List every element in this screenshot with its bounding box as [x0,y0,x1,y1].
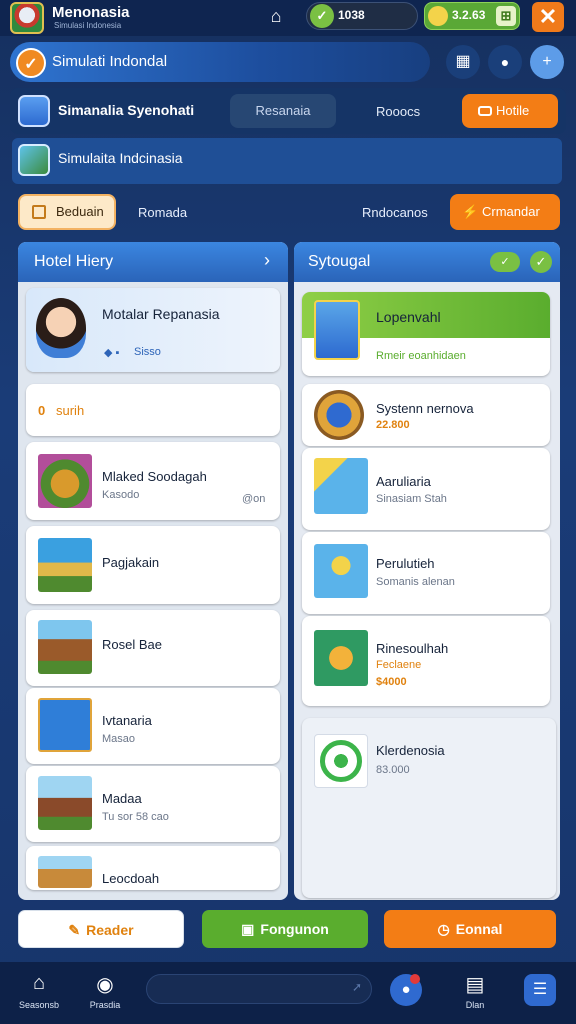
subtitle-text: Simulaita Indcinasia [58,150,183,166]
hotel-icon [478,106,492,116]
item-sub: Somanis alenan [376,576,455,588]
fongunon-button[interactable]: ▣ Fongunon [202,910,368,948]
nav-title: Simanalia Syenohati [58,102,195,118]
notification-badge [410,974,420,984]
send-icon[interactable]: ➚ [352,980,362,994]
checkmark-icon: ✓ [16,48,46,78]
item-sub: 22.800 [376,419,410,431]
section-label: surih [56,403,85,418]
fongunon-label: Fongunon [260,921,329,937]
check-icon[interactable]: ✓ [530,251,552,273]
reader-icon: ✎ [68,922,81,938]
eonnal-label: Eonnal [455,921,503,937]
image-icon: ▣ [241,921,255,937]
item-title: Mlaked Soodagah [102,469,207,484]
item-title: Rinesoulhah [376,641,449,656]
plus-icon[interactable]: + [530,45,564,79]
item-sub: 83.000 [376,764,410,776]
item-title: Rosel Bae [102,637,162,652]
close-button[interactable]: ✕ [532,2,564,32]
lightning-icon: ⚡ [462,204,479,219]
home-icon[interactable]: ⌂ [24,972,54,995]
item-extra: @on [242,493,266,505]
profile-name: Motalar Repanasia [102,306,220,322]
tab-label: Dlan [465,1000,485,1010]
left-panel-title: Hotel Hiery [34,253,114,270]
app-subtitle: Simulasi Indonesia [54,21,122,30]
eonnal-button[interactable]: ◷ Eonnal [384,910,556,948]
section-number: 0 [38,403,46,418]
item-sub: Tu sor 58 cao [102,811,169,823]
villa-icon [38,776,92,830]
clock-icon: ◷ [437,921,450,937]
item-title: Aaruliaria [376,474,431,489]
arrow-right-icon[interactable]: › [264,250,270,271]
item-title: Pagjakain [102,555,160,570]
hotel-button-label: Hotile [496,103,530,118]
home-icon[interactable]: ⌂ [264,6,288,28]
compass-icon[interactable]: ◉ [90,972,120,997]
search-input[interactable] [146,974,372,1004]
featured-sub: Rmeir eoanhidaen [376,350,466,362]
statue-icon [38,698,92,752]
featured-title: Lopenvahl [376,309,441,325]
item-sub: Kasodo [102,489,140,501]
gem-value: 3.2.63 [452,8,486,22]
nav-link-rooocs[interactable]: Rooocs [376,104,420,119]
right-panel-title: Sytougal [308,253,371,270]
hotel-building-icon [314,300,360,360]
item-sub: Masao [102,733,136,745]
tab-label: Prasdia [89,1000,121,1010]
item-title: Ivtanaria [102,713,152,728]
rocket-icon [314,458,368,514]
map-icon [18,144,50,176]
reader-button[interactable]: ✎ Reader [18,910,184,948]
diamond-icon: ◆ ▪ [104,347,120,359]
house-icon [38,620,92,674]
reader-label: Reader [86,922,134,938]
item-sub2: $4000 [376,676,407,688]
shield-icon [18,95,50,127]
hotel-button[interactable]: Hotile [462,94,558,128]
treasure-chest-icon [314,630,368,686]
app-logo [10,2,44,34]
torch-icon [314,544,368,598]
palm-landmark-icon [38,538,92,592]
item-title: Klerdenosia [376,743,445,758]
pavilion-icon [38,856,92,888]
location-pin-icon[interactable]: ● [488,45,522,79]
item-title: Leocdoah [102,871,160,886]
tab-resanaia[interactable]: Resanaia [230,94,336,128]
item-title: Madaa [102,791,142,806]
target-icon [320,740,362,782]
menu-icon[interactable]: ☰ [524,974,556,1006]
book-icon [32,205,46,219]
gem-icon [428,6,448,26]
toggle-icon[interactable]: ✓ [490,252,520,272]
golden-urn-icon [38,454,92,508]
avatar [36,298,86,358]
coin-icon: ✓ [310,4,334,28]
tab-label: Seasonsb [18,1000,60,1010]
grid-icon[interactable]: ▦ [446,45,480,79]
item-sub: Feclaene [376,659,422,671]
filter-romada[interactable]: Romada [138,205,187,220]
page-title: Simulati Indondal [52,53,168,70]
filter-crmandar-button[interactable]: ⚡ Crmandar [450,194,560,230]
calendar-icon[interactable]: ▤ [460,972,490,997]
profile-info: Sisso [134,346,161,358]
filter-crmandar-label: Crmandar [482,204,540,219]
item-title: Perulutieh [376,556,435,571]
item-sub: Sinasiam Stah [376,493,447,505]
add-gems-icon[interactable]: ⊞ [496,6,516,26]
compass-badge-icon [314,390,364,440]
filter-rndocanos[interactable]: Rndocanos [362,205,428,220]
item-title: Systenn nernova [376,401,474,416]
coin-value: 1038 [338,8,365,22]
app-name: Menonasia [52,4,130,21]
